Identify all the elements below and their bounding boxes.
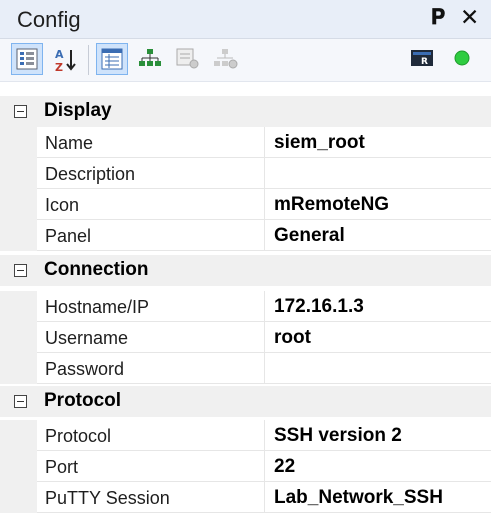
property-value[interactable]: 172.16.1.3 [274,296,364,318]
property-value[interactable]: Lab_Network_SSH [274,487,443,509]
property-row[interactable]: Name siem_root [0,127,491,158]
category-connection[interactable]: Connection [0,255,491,286]
categorized-view-button[interactable] [11,43,43,75]
property-row[interactable]: Password [0,353,491,384]
property-row[interactable]: Username root [0,322,491,353]
category-label: Display [44,100,112,121]
default-inheritance-button[interactable] [210,43,242,75]
property-row[interactable]: Protocol SSH version 2 [0,420,491,451]
svg-text:A: A [55,48,64,61]
properties-icon [101,48,123,70]
category-display[interactable]: Display [0,96,491,127]
default-inheritance-icon [214,49,238,69]
toolbar-separator [88,45,89,75]
property-name: PuTTY Session [45,488,170,508]
property-name: Username [45,328,129,348]
property-value[interactable]: root [274,327,311,349]
property-row[interactable]: Icon mRemoteNG [0,189,491,220]
close-icon[interactable]: ✕ [460,4,479,31]
property-name: Hostname/IP [45,297,150,317]
config-panel: Config 𝐏 ✕ A Z R Display Name siem_root … [0,0,491,513]
default-properties-button[interactable] [172,43,204,75]
host-status-icon: R [411,50,433,67]
property-value[interactable]: siem_root [274,132,365,154]
property-row[interactable]: Hostname/IP 172.16.1.3 [0,291,491,322]
property-row[interactable]: PuTTY Session Lab_Network_SSH [0,482,491,513]
collapse-icon[interactable] [14,264,27,277]
properties-button[interactable] [96,43,128,75]
sort-az-icon: A Z [55,48,76,73]
status-online-icon [454,50,470,66]
property-name: Password [45,359,125,379]
svg-text:R: R [421,57,428,67]
collapse-icon[interactable] [14,395,27,408]
host-status-button[interactable]: R [406,43,438,75]
inheritance-icon [139,49,161,66]
property-row[interactable]: Panel General [0,220,491,251]
default-properties-icon [176,48,199,69]
config-toolbar: A Z R [0,39,491,82]
panel-title: Config [17,7,81,32]
property-row[interactable]: Port 22 [0,451,491,482]
property-name: Port [45,457,79,477]
property-name: Description [45,164,136,184]
sort-az-button[interactable]: A Z [50,43,82,75]
property-name: Name [45,133,94,153]
property-row[interactable]: Description [0,158,491,189]
pin-icon[interactable]: 𝐏 [431,6,445,30]
property-name: Panel [45,226,92,246]
categorized-view-icon [16,48,38,70]
property-value[interactable]: mRemoteNG [274,194,389,216]
panel-title-bar: Config 𝐏 ✕ [0,0,491,39]
property-value[interactable]: 22 [274,456,295,478]
svg-text:Z: Z [55,61,63,73]
property-name: Protocol [45,426,112,446]
property-name: Icon [45,195,80,215]
status-indicator [448,43,480,75]
category-label: Connection [44,259,149,280]
property-value[interactable]: SSH version 2 [274,425,402,447]
collapse-icon[interactable] [14,105,27,118]
inheritance-button[interactable] [134,43,166,75]
category-protocol[interactable]: Protocol [0,386,491,417]
property-value[interactable]: General [274,225,345,247]
category-label: Protocol [44,390,122,411]
